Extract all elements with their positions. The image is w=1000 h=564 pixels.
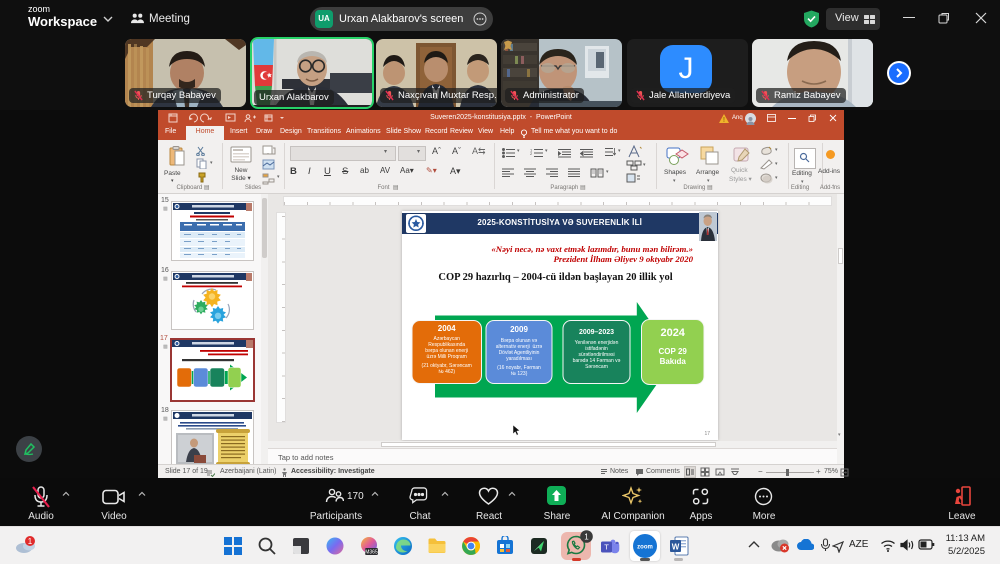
svg-text:zoom: zoom xyxy=(637,545,653,551)
svg-text:2009–2023: 2009–2023 xyxy=(579,329,614,336)
svg-text:M365: M365 xyxy=(365,550,378,556)
svg-text:COP 29: COP 29 xyxy=(659,347,688,356)
svg-text:№ 123): № 123) xyxy=(511,371,528,377)
svg-text:üzrə Milli Proqram: üzrə Milli Proqram xyxy=(427,354,467,360)
svg-text:W: W xyxy=(672,543,680,552)
svg-text:№ 462): № 462) xyxy=(438,369,455,375)
svg-text:yaradılması: yaradılması xyxy=(506,356,532,362)
svg-text:1: 1 xyxy=(584,533,589,542)
svg-text:!: ! xyxy=(723,117,725,123)
svg-text:2009: 2009 xyxy=(510,325,528,334)
svg-text:T: T xyxy=(604,543,609,552)
svg-text:Sərəncam: Sərəncam xyxy=(585,364,608,370)
svg-text:1: 1 xyxy=(28,537,33,546)
svg-text:2: 2 xyxy=(530,151,533,156)
svg-text:2024: 2024 xyxy=(660,327,685,339)
svg-text:17: 17 xyxy=(704,431,710,437)
svg-text:2004: 2004 xyxy=(438,324,456,333)
svg-text:Bakıda: Bakıda xyxy=(660,357,687,366)
